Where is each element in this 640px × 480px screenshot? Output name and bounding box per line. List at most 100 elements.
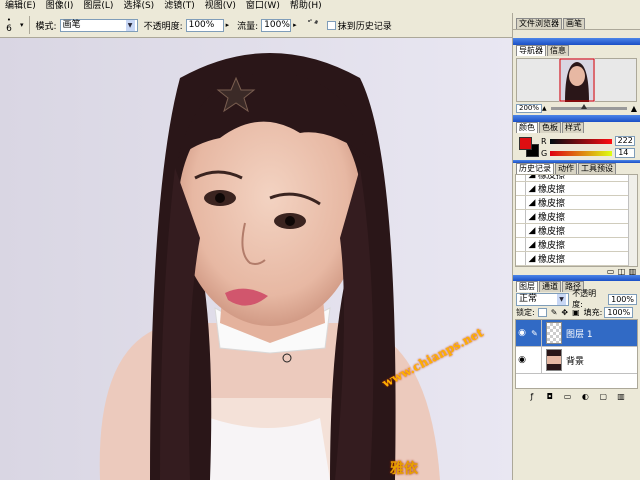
menu-filter[interactable]: 滤镜(T) [159,0,200,13]
history-state-cell[interactable] [516,238,526,251]
layers-buttons: ƒ ◘ ▭ ◐ ▢ ▥ [513,391,640,402]
tab-tool-presets[interactable]: 工具预设 [578,163,616,174]
navigator-titlebar[interactable] [513,38,640,45]
history-item[interactable]: ◢ 橡皮擦 [516,182,637,196]
mode-select[interactable]: 画笔 ▼ [59,18,138,32]
navigator-zoom-row: 200% ▲ ▲ [513,104,640,113]
menu-help[interactable]: 帮助(H) [285,0,327,13]
history-item[interactable]: ◢ 橡皮擦 [516,175,637,182]
lock-transparency-checkbox[interactable] [537,308,547,317]
color-tabs: 颜色 色板 样式 [513,122,640,133]
history-item[interactable]: ◢ 橡皮擦 [516,238,637,252]
document-canvas[interactable]: www.chianps.net 雅依 [0,38,512,480]
trash-icon[interactable]: ▥ [627,267,638,276]
tab-navigator[interactable]: 导航器 [516,45,546,56]
menu-layer[interactable]: 图层(L) [78,0,118,13]
color-row-b: B 17 [541,159,635,160]
trash-icon[interactable]: ▥ [616,392,627,401]
channel-r-value[interactable]: 222 [614,136,635,146]
history-state-cell[interactable] [516,252,526,265]
zoom-slider[interactable] [550,104,627,110]
layer-name[interactable]: 图层 1 [566,327,593,340]
history-buttons: ▭ ◫ ▥ [513,267,640,276]
tab-file-browser[interactable]: 文件浏览器 [516,18,562,29]
snapshot-icon[interactable]: ◫ [616,267,627,276]
history-item[interactable]: ◢ 橡皮擦 [516,252,637,266]
zoom-out-icon[interactable]: ▲ [542,105,547,112]
color-titlebar[interactable] [513,115,640,122]
zoom-input[interactable]: 200% [516,104,542,113]
layer-name[interactable]: 背景 [566,354,584,367]
new-layer-icon[interactable]: ▢ [598,392,609,401]
flow-input[interactable]: 100% [261,18,292,32]
history-state-cell[interactable] [516,210,526,223]
channel-g-value[interactable]: 14 [615,148,636,158]
fill-input[interactable]: 100% [604,307,634,318]
menu-edit[interactable]: 编辑(E) [0,0,41,13]
history-tabs: 历史记录 动作 工具预设 [513,163,640,174]
history-scrollbar[interactable] [628,175,637,266]
menu-image[interactable]: 图像(I) [41,0,79,13]
layer-opacity-input[interactable]: 100% [608,293,637,305]
mask-icon[interactable]: ◘ [544,392,555,401]
menu-view[interactable]: 视图(V) [200,0,241,13]
layer-row-layer1[interactable]: ◉ ✎ 图层 1 [516,320,637,347]
channel-r-slider[interactable] [549,138,612,144]
navigator-preview[interactable] [516,58,637,102]
eraser-icon: ◢ [528,239,536,250]
chevron-down-icon[interactable]: ▾ [18,21,26,29]
lock-label: 锁定: [516,308,535,317]
history-item[interactable]: ◢ 橡皮擦 [516,210,637,224]
watermark-author: 雅依 [390,461,418,477]
history-state-marker[interactable]: ▸ [516,266,526,267]
erase-to-history-checkbox[interactable]: 抹到历史记录 [324,13,395,37]
opacity-slider-toggle[interactable]: ▸ [224,21,232,29]
history-item[interactable]: ◢ 橡皮擦 [516,224,637,238]
foreground-color-swatch[interactable] [519,137,532,150]
palette-panel: 文件浏览器 画笔 导航器 信息 200% ▲ ▲ 颜色 色板 样式 R 222 … [512,13,640,480]
zoom-in-icon[interactable]: ▲ [631,104,637,113]
history-state-cell[interactable] [516,196,526,209]
layer-thumbnail [546,349,562,371]
eye-icon[interactable]: ◉ [516,355,528,365]
airbrush-icon [306,19,318,30]
history-item[interactable]: ▸◢橡皮擦 [516,266,637,267]
watermark-emblem: 雅依 [390,458,418,478]
layer-row-background[interactable]: ◉ 背景 [516,347,637,374]
lock-all-icon[interactable]: ▣ [572,308,580,317]
navigator-tabs: 导航器 信息 [513,45,640,56]
tab-swatches[interactable]: 色板 [539,122,561,133]
eye-icon[interactable]: ◉ [516,328,528,338]
blend-mode-select[interactable]: 正常 ▼ [516,292,570,306]
history-item[interactable]: ◢ 橡皮擦 [516,196,637,210]
tab-brushes[interactable]: 画笔 [563,18,585,29]
channel-g-slider[interactable] [550,150,613,156]
tab-actions[interactable]: 动作 [555,163,577,174]
tab-channels[interactable]: 通道 [539,281,561,292]
adjustment-layer-icon[interactable]: ◐ [580,392,591,401]
history-state-cell[interactable] [516,182,526,195]
menu-select[interactable]: 选择(S) [118,0,159,13]
palette-well-tabs: 文件浏览器 画笔 [513,17,640,29]
tab-styles[interactable]: 样式 [562,122,584,133]
opacity-input[interactable]: 100% [185,18,224,32]
flow-slider-toggle[interactable]: ▸ [291,21,299,29]
history-item-label: 橡皮擦 [538,266,565,267]
tab-info[interactable]: 信息 [547,45,569,56]
tab-color[interactable]: 颜色 [516,122,538,133]
tab-layers[interactable]: 图层 [516,281,538,292]
erase-history-label: 抹到历史记录 [337,21,392,32]
history-state-cell[interactable] [516,175,526,181]
folder-icon[interactable]: ▭ [562,392,573,401]
tab-history[interactable]: 历史记录 [516,163,554,174]
layer-style-icon[interactable]: ƒ [526,392,537,401]
new-document-icon[interactable]: ▭ [605,267,616,276]
eraser-icon: ◢ [528,225,536,236]
brush-preset-picker[interactable]: • 6 [0,13,18,37]
history-state-cell[interactable] [516,224,526,237]
lock-position-icon[interactable]: ✥ [561,308,568,317]
lock-pixels-icon[interactable]: ✎ [551,308,558,317]
menu-window[interactable]: 窗口(W) [241,0,285,13]
airbrush-button[interactable] [302,13,324,37]
mode-label: 模式: [35,21,57,32]
